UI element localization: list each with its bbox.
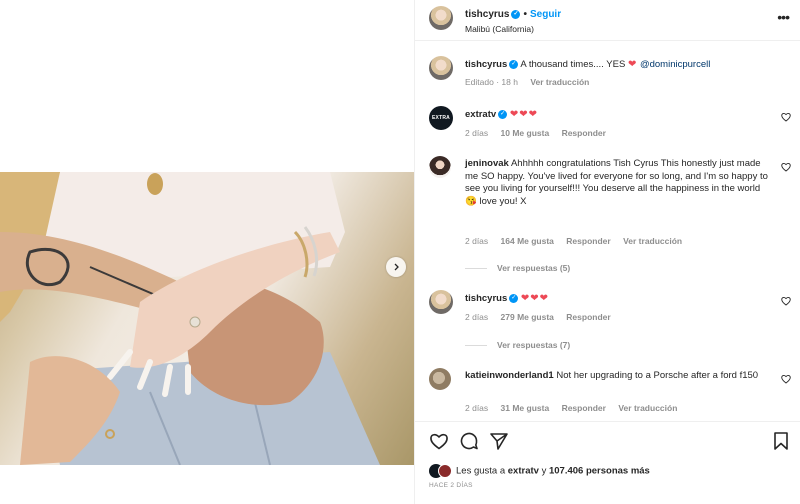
- reply-button[interactable]: Responder: [562, 128, 606, 138]
- verified-icon: ✓: [509, 293, 519, 303]
- verified-icon: ✓: [509, 59, 519, 69]
- comment-item: EXTRA extratv ✓ ❤❤❤ 2 días 10 Me gusta Re…: [429, 106, 791, 142]
- comment-likes[interactable]: 164 Me gusta: [501, 236, 554, 246]
- follow-button[interactable]: Seguir: [530, 9, 561, 20]
- avatar[interactable]: [429, 56, 453, 80]
- liker-avatar: [438, 464, 452, 478]
- comment-body: Ahhhhh congratulations Tish Cyrus This h…: [465, 158, 768, 207]
- comment-meta: 2 días 279 Me gusta Responder: [465, 312, 621, 322]
- avatar[interactable]: [429, 290, 453, 314]
- comment-text: katieinwonderland1 Not her upgrading to …: [465, 370, 769, 383]
- post-date: HACE 2 DÍAS: [429, 482, 473, 489]
- share-icon[interactable]: [489, 431, 509, 451]
- heart-icon[interactable]: [781, 296, 791, 306]
- comment-text: jeninovak Ahhhhh congratulations Tish Cy…: [465, 158, 769, 208]
- reply-button[interactable]: Responder: [566, 236, 610, 246]
- heart-icon[interactable]: [429, 431, 449, 451]
- reply-button[interactable]: Responder: [562, 403, 606, 413]
- comment-icon[interactable]: [459, 431, 479, 451]
- post-actions: [429, 431, 791, 453]
- couple-hands-photo: [0, 172, 380, 465]
- comment-meta: 2 días 164 Me gusta Responder Ver traduc…: [465, 236, 692, 246]
- avatar[interactable]: [429, 156, 451, 178]
- comment-meta: 2 días 10 Me gusta Responder: [465, 128, 616, 138]
- author-username[interactable]: tishcyrus: [465, 9, 509, 20]
- comment-likes[interactable]: 31 Me gusta: [501, 403, 550, 413]
- avatar[interactable]: EXTRA: [429, 106, 453, 130]
- caption-body: A thousand times.... YES: [520, 59, 626, 70]
- comment-meta: 2 días 31 Me gusta Responder Ver traducc…: [465, 403, 687, 413]
- view-replies-button[interactable]: Ver respuestas (5): [465, 263, 570, 273]
- edited-time: Editado · 18 h: [465, 77, 518, 87]
- author-line: tishcyrus ✓ • Seguir: [465, 9, 561, 20]
- replies-line: [465, 345, 487, 347]
- post-header: tishcyrus ✓ • Seguir Malibú (California) ••…: [429, 5, 790, 35]
- heart-emoji: ❤: [627, 59, 638, 70]
- comment-text: tishcyrus ✓ ❤❤❤: [465, 293, 769, 306]
- comment-username[interactable]: extratv: [465, 109, 496, 120]
- translate-link[interactable]: Ver traducción: [618, 403, 677, 413]
- reply-button[interactable]: Responder: [566, 312, 610, 322]
- comment-time: 2 días: [465, 312, 489, 322]
- comment-body: ❤❤❤: [509, 109, 538, 120]
- comment-body: Not her upgrading to a Porsche after a f…: [556, 370, 759, 381]
- post-media: [0, 0, 414, 504]
- post-side-panel: tishcyrus ✓ • Seguir Malibú (California) ••…: [414, 0, 800, 504]
- view-replies-button[interactable]: Ver respuestas (7): [465, 340, 570, 350]
- caption-meta: Editado · 18 h Ver traducción: [465, 77, 599, 87]
- caption-text: tishcyrus ✓ A thousand times.... YES ❤ @d…: [465, 59, 769, 72]
- divider: [415, 421, 800, 422]
- mention-link[interactable]: @dominicpurcell: [640, 59, 710, 70]
- comment-time: 2 días: [465, 403, 489, 413]
- divider: [415, 40, 800, 41]
- post-photo[interactable]: [0, 172, 414, 465]
- heart-icon[interactable]: [781, 374, 791, 384]
- comment-text: extratv ✓ ❤❤❤: [465, 109, 769, 122]
- comment-item: katieinwonderland1 Not her upgrading to …: [429, 368, 791, 416]
- verified-icon: ✓: [511, 9, 521, 19]
- liker-username[interactable]: extratv: [508, 466, 539, 477]
- comment-username[interactable]: jeninovak: [465, 158, 509, 169]
- post-location[interactable]: Malibú (California): [465, 24, 534, 34]
- comment-username[interactable]: katieinwonderland1: [465, 370, 554, 381]
- comment-time: 2 días: [465, 128, 489, 138]
- bookmark-icon[interactable]: [771, 431, 791, 451]
- heart-icon[interactable]: [781, 112, 791, 122]
- avatar[interactable]: [429, 368, 451, 390]
- translate-link[interactable]: Ver traducción: [623, 236, 682, 246]
- chevron-right-icon: [394, 263, 399, 271]
- comment-username[interactable]: tishcyrus: [465, 293, 507, 304]
- likes-summary[interactable]: Les gusta a extratv y 107.406 personas m…: [429, 464, 650, 478]
- comment-likes[interactable]: 279 Me gusta: [501, 312, 554, 322]
- post-caption: tishcyrus ✓ A thousand times.... YES ❤ @d…: [429, 56, 791, 92]
- comment-likes[interactable]: 10 Me gusta: [501, 128, 550, 138]
- caption-username[interactable]: tishcyrus: [465, 59, 507, 70]
- separator-dot: •: [523, 9, 527, 20]
- verified-icon: ✓: [498, 109, 508, 119]
- next-photo-button[interactable]: [386, 257, 406, 277]
- more-icon[interactable]: •••: [777, 9, 790, 25]
- comment-time: 2 días: [465, 236, 489, 246]
- heart-icon[interactable]: [781, 162, 791, 172]
- likes-count[interactable]: 107.406 personas más: [549, 466, 650, 477]
- replies-line: [465, 268, 487, 270]
- comment-item: jeninovak Ahhhhh congratulations Tish Cy…: [429, 156, 791, 256]
- translate-link[interactable]: Ver traducción: [530, 77, 589, 87]
- comment-item: tishcyrus ✓ ❤❤❤ 2 días 279 Me gusta Respo…: [429, 290, 791, 326]
- comment-body: ❤❤❤: [520, 293, 550, 304]
- avatar[interactable]: [429, 6, 453, 30]
